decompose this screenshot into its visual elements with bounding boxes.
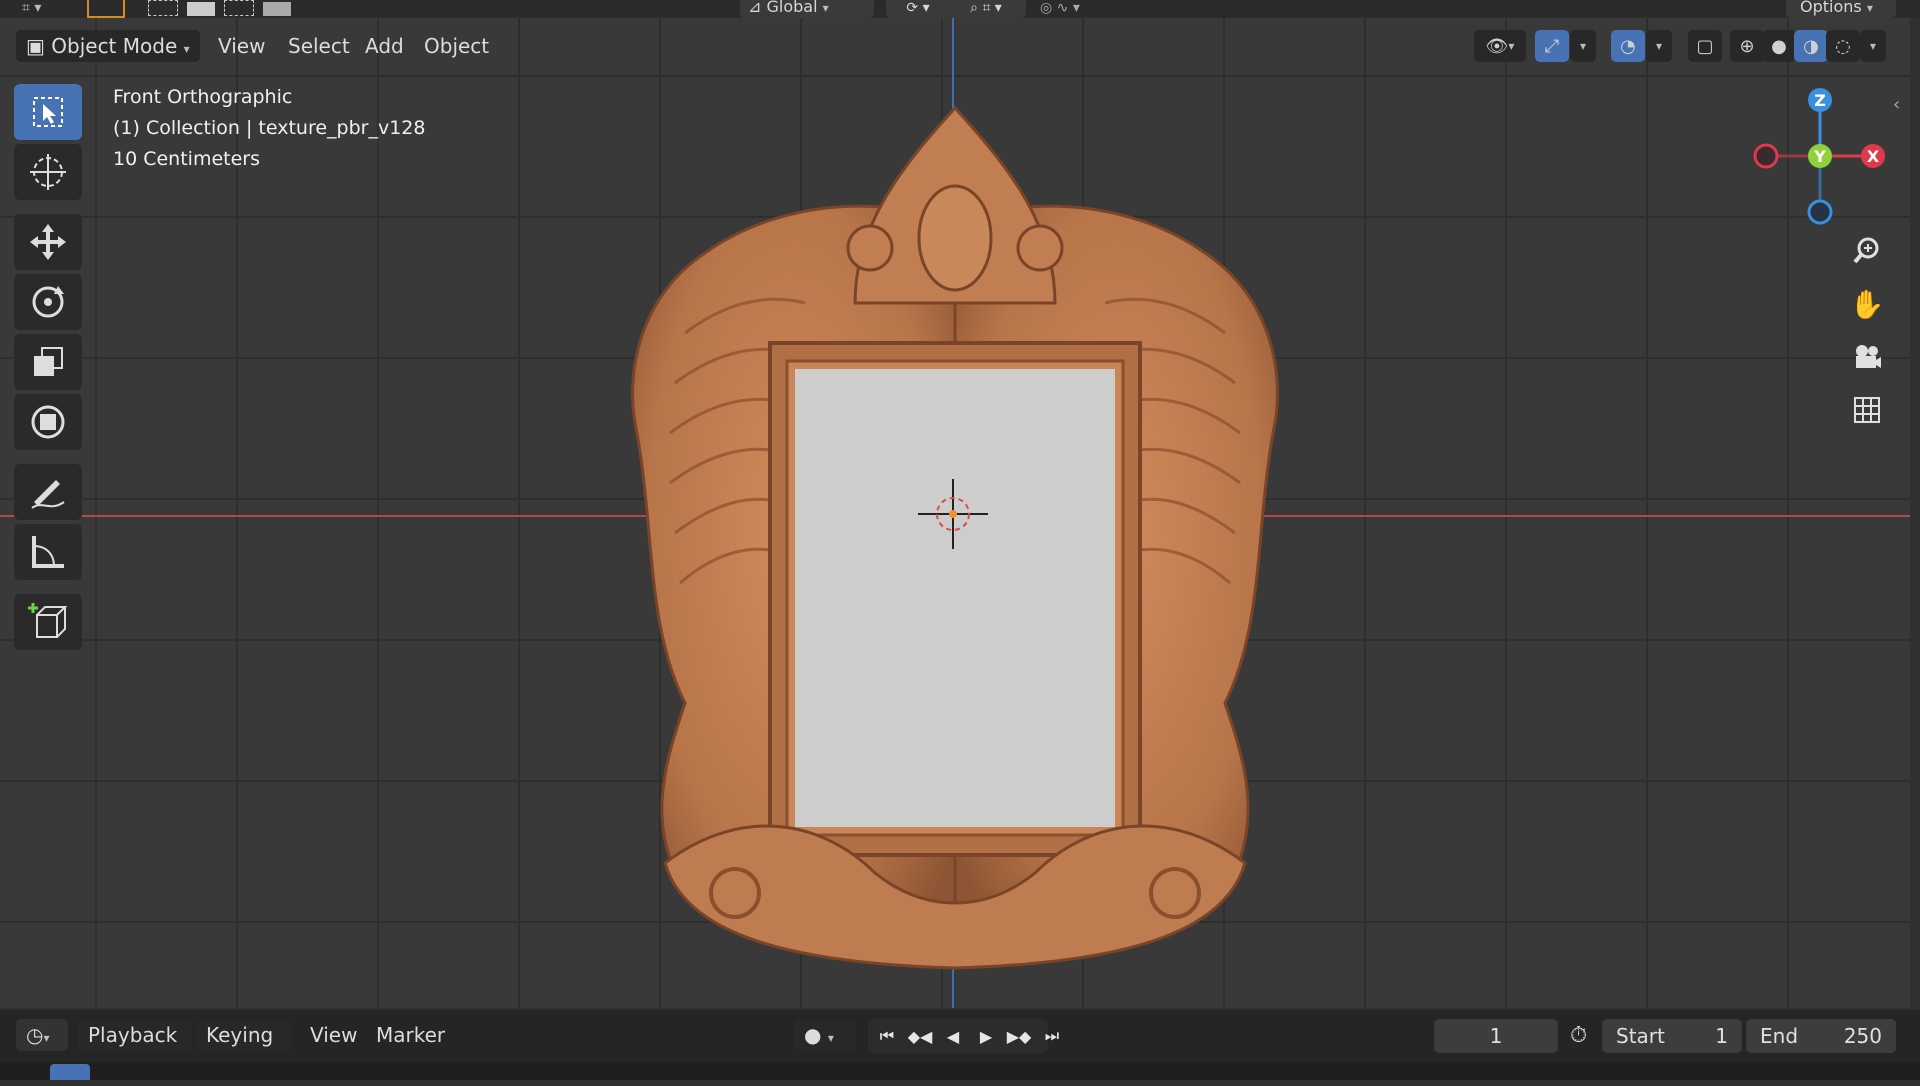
stopwatch-icon[interactable]: ⏱ xyxy=(1570,1019,1600,1053)
timeline-editor-type-dropdown[interactable]: ◷▾ xyxy=(16,1019,68,1051)
pan-hand-icon[interactable]: ✋ xyxy=(1845,282,1889,326)
auto-keying-button[interactable]: ● ▾ xyxy=(794,1019,856,1051)
sidebar-toggle-chevron-icon[interactable]: ‹ xyxy=(1893,94,1900,115)
transform-tool[interactable] xyxy=(14,394,82,450)
transform-icon xyxy=(31,405,65,439)
keying-menu[interactable]: Keying ▾ xyxy=(196,1019,292,1077)
view-name-text: Front Orthographic xyxy=(113,86,293,108)
clock-editor-icon: ◷ xyxy=(26,1023,44,1047)
object-mode-dropdown[interactable]: ▣ Object Mode ▾ xyxy=(16,30,200,62)
scale-icon xyxy=(34,347,63,376)
top-tool-settings-strip: ⌗ ▾ ⊿ Global ▾ ⟳ ▾ ⌕ ⌗ ▾ ◎ ∿ ▾ Options ▾ xyxy=(0,0,1920,18)
wireframe-shading-icon[interactable]: ⊕ xyxy=(1730,30,1764,62)
xray-toggle-icon[interactable]: ▢ xyxy=(1688,30,1722,62)
cursor-icon xyxy=(30,154,66,190)
measure-icon xyxy=(32,536,64,568)
end-value: 250 xyxy=(1843,1024,1882,1048)
rendered-shading-icon[interactable]: ◌ xyxy=(1826,30,1860,62)
grid-scale-text: 10 Centimeters xyxy=(113,148,260,170)
move-icon xyxy=(30,224,66,260)
gizmo-x-label: X xyxy=(1867,147,1880,166)
add-cube-tool[interactable] xyxy=(14,594,82,650)
select-box-tool[interactable] xyxy=(14,84,82,140)
play-reverse-icon[interactable]: ◀ xyxy=(938,1019,968,1053)
jump-start-icon[interactable]: ⏮ xyxy=(872,1019,902,1053)
menu-object[interactable]: Object xyxy=(416,30,497,62)
navigation-gizmo[interactable]: Z X Y xyxy=(1748,84,1898,234)
select-box-icon xyxy=(33,97,63,127)
collection-text: (1) Collection | texture_pbr_v128 xyxy=(113,117,426,139)
timeline-menu-marker[interactable]: Marker xyxy=(368,1019,453,1051)
prev-keyframe-icon[interactable]: ◆◀ xyxy=(905,1019,935,1053)
ortho-grid-icon[interactable] xyxy=(1845,388,1889,432)
selection-mode-buttons[interactable] xyxy=(148,0,308,18)
object-mode-label: Object Mode xyxy=(51,34,178,58)
gizmo-z-label: Z xyxy=(1814,91,1826,110)
annotate-tool[interactable] xyxy=(14,464,82,520)
playhead-marker[interactable] xyxy=(50,1064,90,1080)
proportional-edit-icon[interactable]: ◎ ∿ ▾ xyxy=(1040,0,1120,18)
visibility-selectability-icon[interactable]: 👁 ▾ xyxy=(1474,30,1526,62)
record-icon: ● xyxy=(804,1023,822,1047)
menu-view[interactable]: View xyxy=(210,30,273,62)
editor-type-icon[interactable]: ⌗ ▾ xyxy=(22,0,62,18)
overlays-dropdown-icon[interactable]: ▾ xyxy=(1646,30,1672,62)
solid-shading-icon[interactable]: ● xyxy=(1762,30,1796,62)
orientation-icon: ⊿ xyxy=(748,0,767,16)
gizmo-toggle-icon[interactable]: ⤢ xyxy=(1535,30,1569,62)
rotate-tool[interactable] xyxy=(14,274,82,330)
jump-end-icon[interactable]: ⏭ xyxy=(1037,1019,1067,1053)
options-dropdown[interactable]: Options ▾ xyxy=(1786,0,1896,18)
menu-add[interactable]: Add xyxy=(357,30,412,62)
next-keyframe-icon[interactable]: ▶◆ xyxy=(1004,1019,1034,1053)
shading-dropdown-icon[interactable]: ▾ xyxy=(1860,30,1886,62)
gizmo-dropdown-icon[interactable]: ▾ xyxy=(1570,30,1596,62)
end-frame-field[interactable]: End 250 xyxy=(1746,1019,1896,1053)
viewport-header: ▣ Object Mode ▾ View Select Add Object 👁… xyxy=(0,26,1910,66)
timeline-header: ◷▾ Playback ▾ Keying ▾ View Marker ● ▾ ⏮… xyxy=(0,1010,1920,1077)
select-tool-icon[interactable] xyxy=(87,0,125,18)
gizmo-neg-z-axis[interactable] xyxy=(1807,199,1833,225)
3d-cursor-icon[interactable] xyxy=(918,479,988,549)
annotate-icon xyxy=(31,480,65,509)
menu-select[interactable]: Select xyxy=(280,30,358,62)
overlays-toggle-icon[interactable]: ◔ xyxy=(1611,30,1645,62)
material-preview-shading-icon[interactable]: ◑ xyxy=(1794,30,1828,62)
zoom-icon[interactable] xyxy=(1845,229,1889,273)
gizmo-y-label: Y xyxy=(1813,147,1826,166)
scale-tool[interactable] xyxy=(14,334,82,390)
add-cube-icon xyxy=(28,603,68,638)
object-mode-icon: ▣ xyxy=(26,34,52,58)
start-value: 1 xyxy=(1715,1024,1728,1048)
rotate-icon xyxy=(32,286,64,318)
timeline-ruler[interactable] xyxy=(0,1062,1920,1080)
orientation-label: Global xyxy=(766,0,818,16)
start-label: Start xyxy=(1616,1024,1665,1048)
play-icon[interactable]: ▶ xyxy=(971,1019,1001,1053)
keying-label: Keying xyxy=(206,1023,274,1047)
cursor-tool[interactable] xyxy=(14,144,82,200)
playback-menu[interactable]: Playback ▾ xyxy=(78,1019,192,1077)
measure-tool[interactable] xyxy=(14,524,82,580)
current-frame-field[interactable]: 1 xyxy=(1434,1019,1558,1053)
3d-viewport[interactable] xyxy=(0,18,1910,1008)
playback-label: Playback xyxy=(88,1023,178,1047)
camera-view-icon[interactable] xyxy=(1845,335,1889,379)
move-tool[interactable] xyxy=(14,214,82,270)
snap-dropdown[interactable]: ⌕ ⌗ ▾ xyxy=(946,0,1026,18)
start-frame-field[interactable]: Start 1 xyxy=(1602,1019,1742,1053)
end-label: End xyxy=(1760,1024,1799,1048)
timeline-menu-view[interactable]: View xyxy=(302,1019,365,1051)
gizmo-neg-x-axis[interactable] xyxy=(1753,143,1779,169)
pivot-dropdown[interactable]: ⟳ ▾ xyxy=(886,0,950,18)
options-label: Options xyxy=(1800,0,1862,16)
orientation-dropdown[interactable]: ⊿ Global ▾ xyxy=(740,0,874,18)
